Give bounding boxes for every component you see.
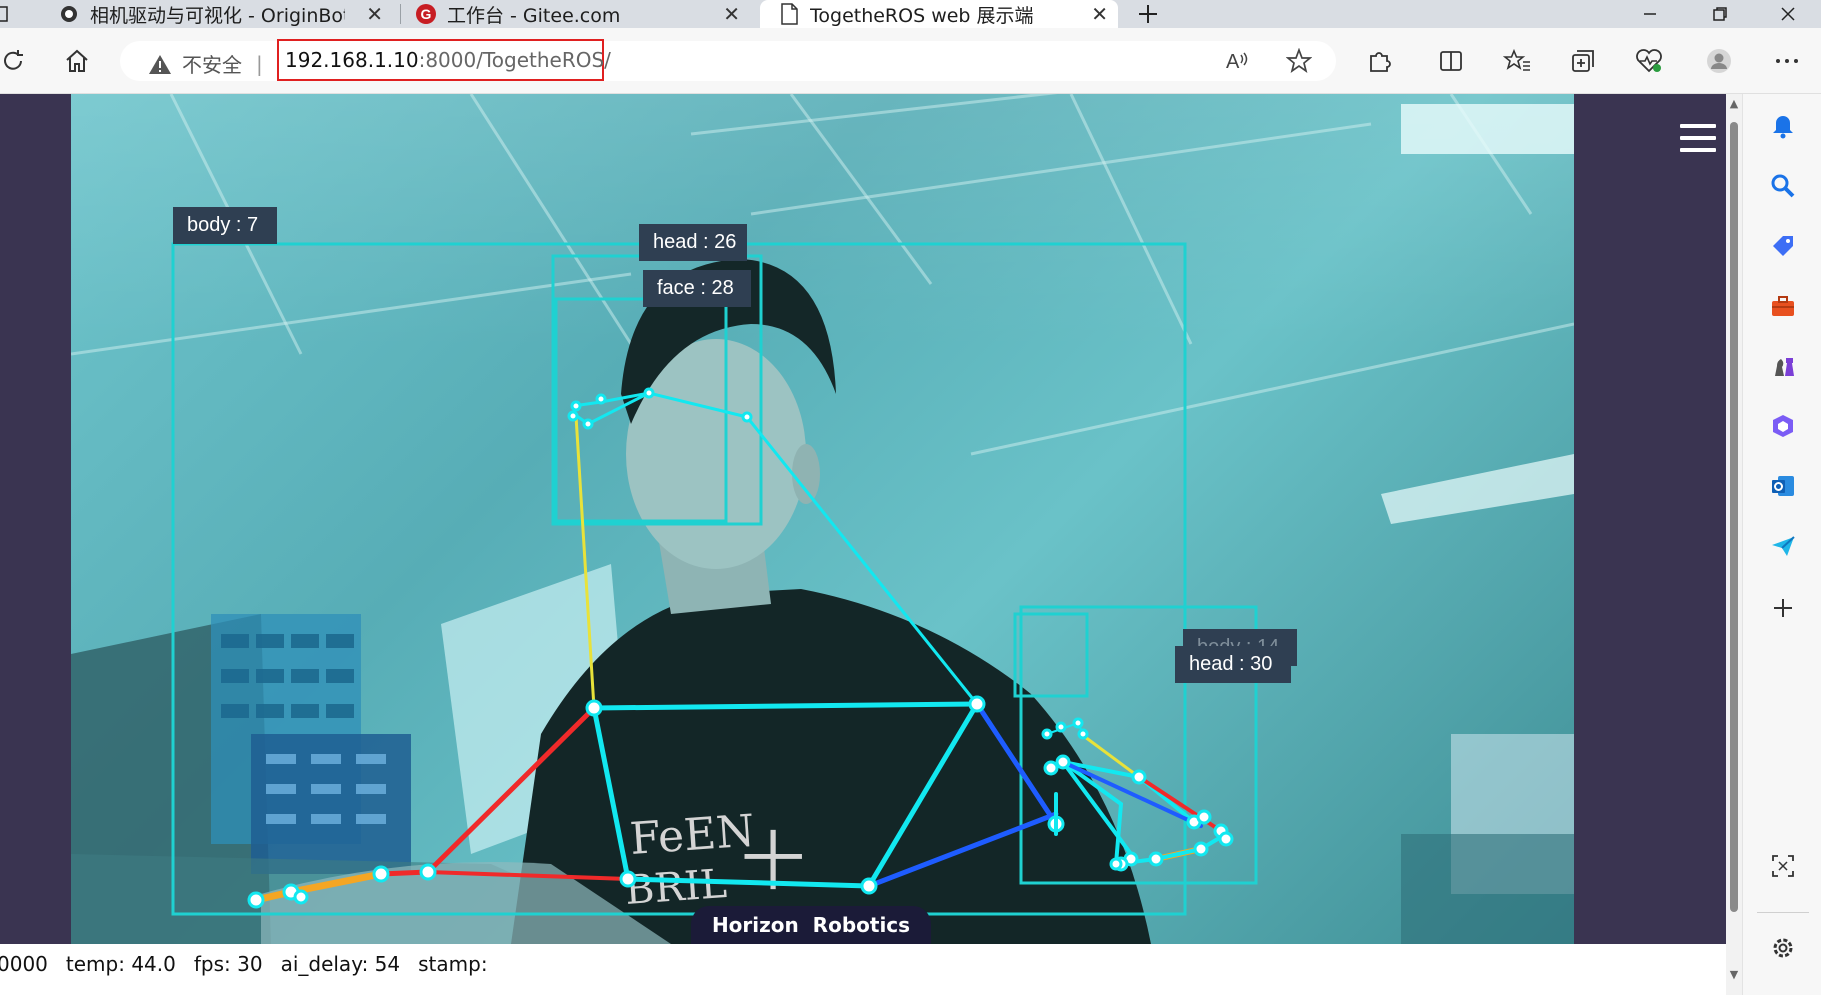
originbot-favicon [58, 3, 80, 25]
close-tab-icon[interactable]: ✕ [1091, 2, 1108, 26]
browser-toolbar: 不安全 | 192.168.1.10:8000/TogetheROS/ A [0, 28, 1821, 94]
minimize-icon[interactable] [1620, 0, 1680, 28]
refresh-icon[interactable] [0, 44, 30, 78]
tab-title: 相机驱动与可视化 - OriginBot智能 [90, 4, 345, 27]
divider: | [256, 51, 263, 76]
timestamp-readout: stamp: [418, 952, 488, 976]
tab-title: TogetheROS web 展示端 [810, 4, 1034, 27]
outlook-icon[interactable] [1769, 472, 1797, 500]
detection-overlay [171, 242, 1258, 916]
office-icon[interactable] [1769, 412, 1797, 440]
vertical-scrollbar[interactable]: ▲ ▼ [1726, 94, 1742, 995]
tag-icon[interactable] [1769, 232, 1797, 260]
head-box-30 [1013, 612, 1089, 698]
url-input[interactable]: 192.168.1.10:8000/TogetheROS/ [277, 39, 611, 81]
tab-originbot[interactable]: 相机驱动与可视化 - OriginBot智能 ✕ [48, 0, 393, 28]
gitee-favicon: G [415, 3, 437, 25]
fps-readout: fps: 30 [193, 952, 263, 976]
home-icon[interactable] [60, 44, 94, 78]
svg-text:A: A [1226, 51, 1240, 73]
send-icon[interactable] [1769, 532, 1797, 560]
address-bar[interactable]: 不安全 | 192.168.1.10:8000/TogetheROS/ A [120, 39, 1336, 81]
tab-title: 工作台 - Gitee.com [447, 4, 621, 27]
horizon-robotics-watermark: Horizon Robotics [691, 906, 931, 944]
url-host: 192.168.1.10 [285, 48, 419, 72]
skeleton-person-1 [252, 391, 1059, 904]
plus-icon[interactable] [1769, 594, 1797, 622]
toolbox-icon[interactable] [1769, 292, 1797, 320]
bell-icon[interactable] [1769, 112, 1797, 140]
extensions-icon[interactable] [1362, 44, 1396, 78]
warning-icon [149, 54, 171, 74]
temperature-readout: temp: 44.0 [65, 952, 176, 976]
scrollbar-thumb[interactable] [1730, 122, 1738, 912]
restore-icon[interactable] [1690, 0, 1750, 28]
page-icon [778, 3, 800, 25]
camera-stream: FeEN BRIL 十 body: 7 head: 26 face: 28… [71, 94, 1574, 944]
gear-icon[interactable] [1769, 934, 1797, 962]
edge-sidebar [1742, 94, 1821, 995]
collections-icon[interactable] [1566, 44, 1600, 78]
security-indicator[interactable]: 不安全 | [148, 49, 263, 78]
more-options-icon[interactable] [1770, 44, 1804, 78]
new-tab-button[interactable] [1118, 0, 1178, 28]
profile-avatar-icon[interactable] [1702, 44, 1736, 78]
tab-strip: 相机驱动与可视化 - OriginBot智能 ✕ G 工作台 - Gitee.c… [0, 0, 1821, 28]
body-box-7 [171, 242, 1187, 916]
tab-gitee[interactable]: G 工作台 - Gitee.com ✕ [410, 0, 750, 28]
detection-label-body-7: body : 7 [173, 207, 277, 244]
sidebar-divider [1757, 912, 1809, 913]
security-label: 不安全 [182, 53, 242, 77]
detection-label-head-30: head : 30 [1175, 646, 1291, 683]
favorites-icon[interactable] [1500, 44, 1534, 78]
svg-text:G: G [421, 6, 432, 22]
close-window-icon[interactable] [1758, 0, 1818, 28]
status-line: 0000 temp: 44.0 fps: 30 ai_delay: 54 sta… [0, 944, 1742, 984]
tab-actions-icon[interactable] [0, 0, 20, 28]
split-screen-icon[interactable] [1434, 44, 1468, 78]
browser-essentials-icon[interactable] [1632, 44, 1666, 78]
url-path: :8000/TogetheROS/ [418, 48, 611, 72]
scroll-up-icon[interactable]: ▲ [1728, 98, 1740, 110]
detection-label-face-28: face : 28 [643, 270, 751, 307]
page-viewport: FeEN BRIL 十 body: 7 head: 26 face: 28… [0, 94, 1742, 995]
detection-label-head-26: head : 26 [639, 224, 747, 261]
tab-togetheros[interactable]: TogetheROS web 展示端 ✕ [760, 0, 1118, 28]
close-tab-icon[interactable]: ✕ [366, 2, 383, 26]
chess-icon[interactable] [1769, 352, 1797, 380]
close-tab-icon[interactable]: ✕ [723, 2, 740, 26]
read-aloud-icon[interactable]: A [1220, 44, 1254, 78]
hamburger-menu-icon[interactable] [1680, 124, 1716, 152]
favorite-star-icon[interactable] [1282, 44, 1316, 78]
frame-counter: 0000 [0, 952, 48, 976]
keypoints-person-1 [247, 387, 1065, 909]
scroll-down-icon[interactable]: ▼ [1728, 969, 1740, 981]
ai-delay-readout: ai_delay: 54 [280, 952, 401, 976]
tab-divider [400, 4, 401, 24]
search-icon[interactable] [1769, 172, 1797, 200]
screenshot-icon[interactable] [1769, 852, 1797, 880]
